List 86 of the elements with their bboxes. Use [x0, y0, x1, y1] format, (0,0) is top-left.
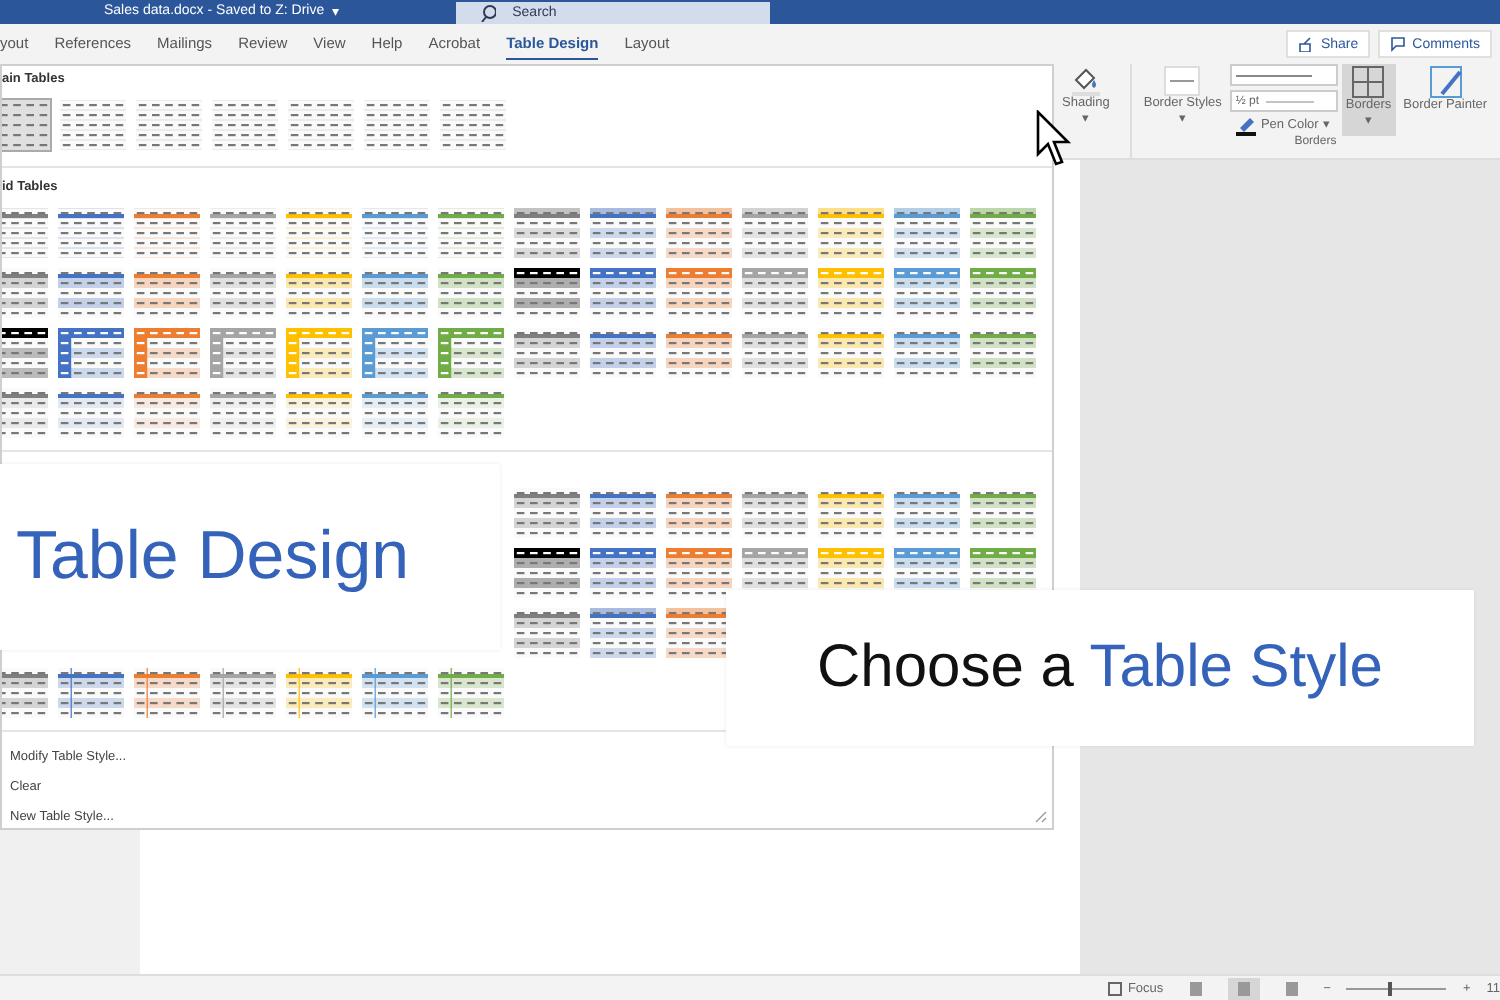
table-style-thumbnail[interactable] — [136, 100, 202, 150]
table-style-thumbnail[interactable] — [438, 208, 504, 258]
borders-icon — [1352, 66, 1385, 98]
table-style-thumbnail[interactable] — [60, 100, 126, 150]
table-style-thumbnail[interactable] — [818, 268, 884, 318]
line-sample-icon — [1265, 97, 1314, 105]
table-style-thumbnail[interactable] — [364, 100, 430, 150]
table-style-thumbnail[interactable] — [894, 328, 960, 378]
border-painter-icon — [1429, 66, 1462, 98]
table-style-thumbnail[interactable] — [58, 668, 124, 718]
line-style-dropdown[interactable] — [1229, 64, 1338, 86]
table-style-thumbnail[interactable] — [666, 608, 732, 658]
table-style-thumbnail[interactable] — [2, 100, 50, 150]
table-style-thumbnail[interactable] — [210, 388, 276, 438]
table-style-thumbnail[interactable] — [514, 208, 580, 258]
table-style-thumbnail[interactable] — [438, 328, 504, 378]
table-style-thumbnail[interactable] — [362, 388, 428, 438]
table-style-thumbnail[interactable] — [438, 268, 504, 318]
table-style-thumbnail[interactable] — [818, 328, 884, 378]
table-style-thumbnail[interactable] — [742, 208, 808, 258]
comment-icon — [1390, 36, 1407, 52]
table-style-thumbnail[interactable] — [362, 668, 428, 718]
resize-grip-icon[interactable] — [1034, 810, 1048, 824]
table-style-thumbnail[interactable] — [590, 268, 656, 318]
table-style-thumbnail[interactable] — [362, 208, 428, 258]
table-style-thumbnail[interactable] — [438, 388, 504, 438]
table-style-thumbnail[interactable] — [666, 488, 732, 538]
table-style-thumbnail[interactable] — [134, 668, 200, 718]
search-icon — [480, 3, 497, 21]
table-style-thumbnail[interactable] — [590, 328, 656, 378]
table-style-thumbnail[interactable] — [514, 268, 580, 318]
table-style-thumbnail[interactable] — [970, 328, 1036, 378]
table-style-thumbnail[interactable] — [58, 268, 124, 318]
caption-text: Choose a Table Style — [817, 634, 1383, 702]
line-sample-icon — [1235, 71, 1312, 79]
table-style-thumbnail[interactable] — [286, 388, 352, 438]
table-style-thumbnail[interactable] — [210, 668, 276, 718]
table-style-thumbnail[interactable] — [514, 328, 580, 378]
table-style-thumbnail[interactable] — [210, 268, 276, 318]
table-style-thumbnail[interactable] — [286, 208, 352, 258]
table-style-thumbnail[interactable] — [440, 100, 506, 150]
table-style-thumbnail[interactable] — [58, 388, 124, 438]
table-style-thumbnail[interactable] — [818, 488, 884, 538]
table-style-thumbnail[interactable] — [590, 488, 656, 538]
print-layout-icon[interactable] — [1227, 977, 1260, 999]
table-style-thumbnail[interactable] — [894, 208, 960, 258]
table-style-thumbnail[interactable] — [134, 328, 200, 378]
caption-text: Table Design — [16, 518, 410, 596]
table-style-thumbnail[interactable] — [590, 548, 656, 598]
table-style-thumbnail[interactable] — [514, 608, 580, 658]
table-style-thumbnail[interactable] — [666, 268, 732, 318]
table-style-thumbnail[interactable] — [666, 328, 732, 378]
slider-thumb[interactable] — [1388, 981, 1393, 995]
focus-icon — [1105, 979, 1124, 997]
table-style-thumbnail[interactable] — [286, 328, 352, 378]
table-style-thumbnail[interactable] — [58, 208, 124, 258]
table-style-thumbnail[interactable] — [590, 608, 656, 658]
table-style-thumbnail[interactable] — [514, 488, 580, 538]
table-style-thumbnail[interactable] — [970, 268, 1036, 318]
table-style-thumbnail[interactable] — [286, 268, 352, 318]
share-icon — [1298, 36, 1315, 52]
table-style-thumbnail[interactable] — [210, 208, 276, 258]
table-style-thumbnail[interactable] — [210, 328, 276, 378]
table-style-thumbnail[interactable] — [134, 208, 200, 258]
table-style-thumbnail[interactable] — [742, 328, 808, 378]
table-style-thumbnail[interactable] — [742, 268, 808, 318]
table-style-thumbnail[interactable] — [666, 208, 732, 258]
table-style-thumbnail[interactable] — [362, 328, 428, 378]
table-style-thumbnail[interactable] — [288, 100, 354, 150]
table-style-thumbnail[interactable] — [742, 488, 808, 538]
table-style-thumbnail[interactable] — [590, 208, 656, 258]
table-style-thumbnail[interactable] — [666, 548, 732, 598]
table-style-thumbnail[interactable] — [894, 488, 960, 538]
table-style-thumbnail[interactable] — [970, 208, 1036, 258]
table-style-thumbnail[interactable] — [134, 268, 200, 318]
table-style-thumbnail[interactable] — [818, 208, 884, 258]
table-style-thumbnail[interactable] — [286, 668, 352, 718]
table-style-thumbnail[interactable] — [970, 488, 1036, 538]
table-style-thumbnail[interactable] — [514, 548, 580, 598]
table-style-thumbnail[interactable] — [438, 668, 504, 718]
table-style-thumbnail[interactable] — [894, 268, 960, 318]
table-style-thumbnail[interactable] — [134, 388, 200, 438]
table-style-thumbnail[interactable] — [58, 328, 124, 378]
table-style-thumbnail[interactable] — [362, 268, 428, 318]
table-style-thumbnail[interactable] — [212, 100, 278, 150]
pen-icon — [1236, 116, 1257, 136]
